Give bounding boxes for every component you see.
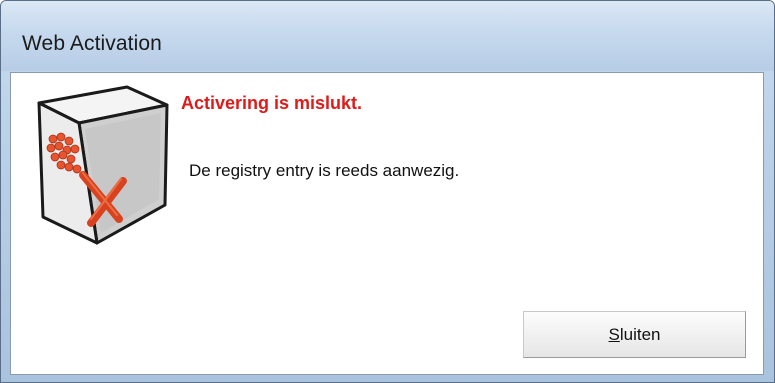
server-box-error-icon-graphic bbox=[37, 85, 169, 245]
server-box-error-icon bbox=[19, 79, 171, 249]
close-button-label: luiten bbox=[619, 324, 661, 344]
close-button-accelerator: S bbox=[608, 324, 620, 344]
error-heading: Activering is mislukt. bbox=[181, 93, 363, 113]
dialog-content: Activering is mislukt. De registry entry… bbox=[10, 72, 764, 375]
title-bar[interactable]: Web Activation bbox=[1, 1, 774, 71]
window-title: Web Activation bbox=[22, 32, 162, 55]
close-button[interactable]: Sluiten bbox=[523, 311, 746, 358]
error-message: De registry entry is reeds aanwezig. bbox=[189, 161, 460, 180]
dialog-window: Web Activation Activering is mislukt. De… bbox=[0, 0, 775, 383]
